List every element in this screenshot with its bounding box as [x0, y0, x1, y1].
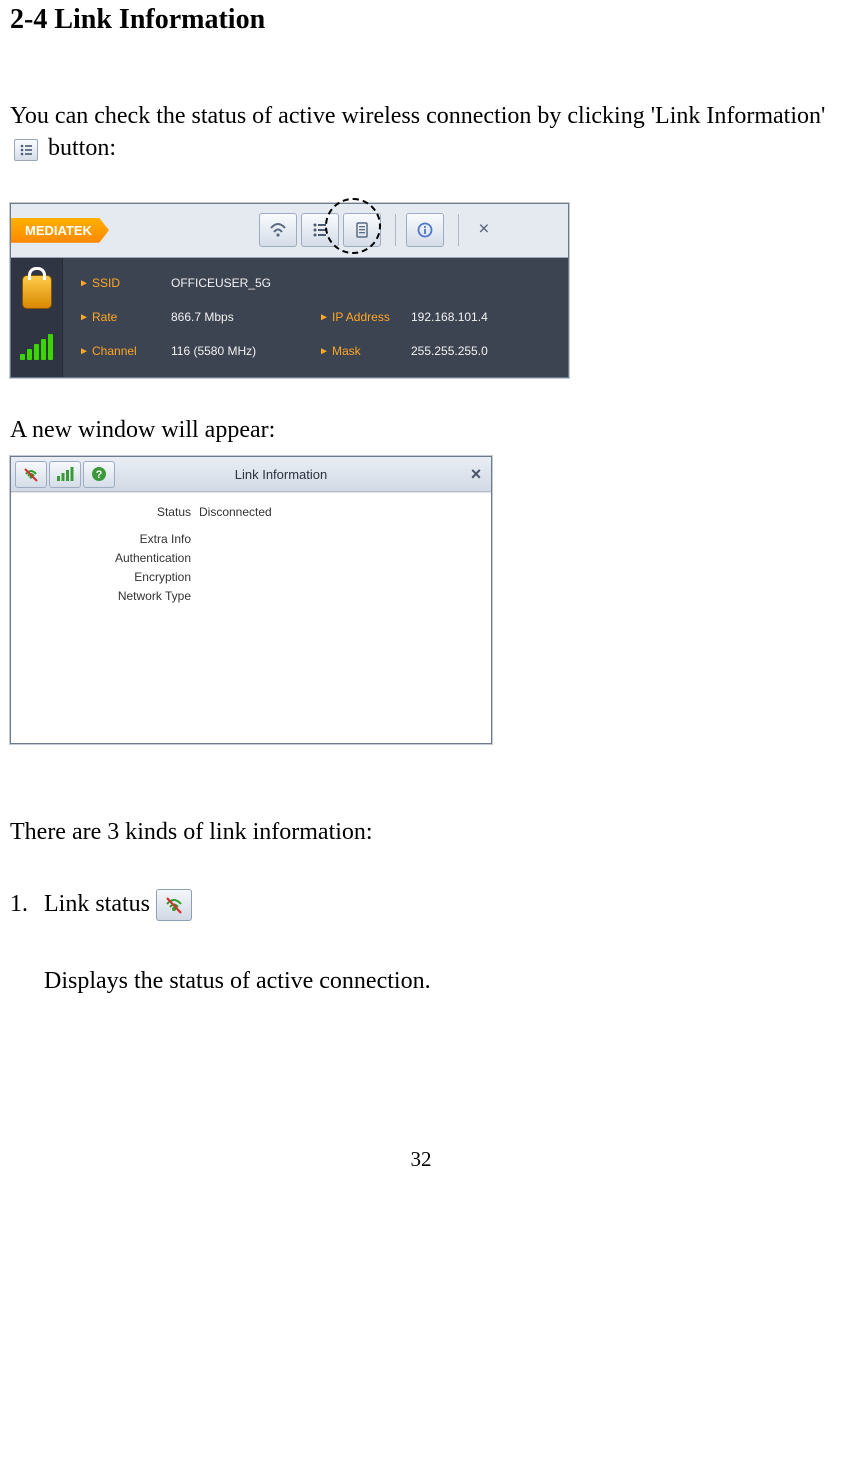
mediatek-status-screenshot: MEDIATEK [10, 203, 569, 378]
extra-info-label: Extra Info [21, 532, 199, 546]
status-field-label: Status [21, 505, 199, 519]
link-status-icon [163, 894, 185, 916]
intro-paragraph: You can check the status of active wirel… [10, 100, 832, 165]
popup-tab-buttons: ? [11, 461, 131, 488]
channel-value: 116 (5580 MHz) [171, 344, 321, 358]
rate-label: Rate [81, 310, 171, 324]
link-info-popup-screenshot: ? Link Information × Status Disconnected… [10, 456, 492, 744]
intro-text-part2: button: [48, 135, 116, 161]
info-icon [417, 222, 433, 238]
help-icon: ? [90, 465, 108, 483]
item1-description: Displays the status of active connection… [10, 965, 832, 997]
ssid-value: OFFICEUSER_5G [171, 276, 531, 290]
authentication-label: Authentication [21, 551, 199, 565]
link-info-button-inline [14, 139, 38, 161]
popup-title: Link Information [131, 467, 461, 482]
link-status-tab-icon [156, 889, 192, 921]
extra-info-row: Extra Info [21, 532, 481, 546]
tab-link-status[interactable] [15, 461, 47, 488]
ip-label: IP Address [321, 310, 411, 324]
toolbar-btn-profile[interactable] [343, 213, 381, 247]
toolbar-separator [458, 214, 459, 246]
encryption-row: Encryption [21, 570, 481, 584]
channel-label: Channel [81, 344, 171, 358]
popup-body: Status Disconnected Extra Info Authentic… [11, 492, 491, 743]
network-type-label: Network Type [21, 589, 199, 603]
intro-text-part1: You can check the status of active wirel… [10, 103, 825, 129]
document-icon [354, 222, 370, 238]
mask-label: Mask [321, 344, 411, 358]
tab-statistics[interactable]: ? [83, 461, 115, 488]
list-icon [19, 143, 33, 157]
network-type-row: Network Type [21, 589, 481, 603]
ssid-label: SSID [81, 276, 171, 290]
status-field-value: Disconnected [199, 505, 481, 519]
toolbar-btn-networks[interactable] [259, 213, 297, 247]
popup-titlebar: ? Link Information × [11, 457, 491, 492]
status-left-icons [11, 258, 63, 377]
mediatek-toolbar-area: MEDIATEK [11, 204, 568, 257]
mediatek-logo: MEDIATEK [11, 218, 109, 243]
mask-value: 255.255.255.0 [411, 344, 531, 358]
encryption-label: Encryption [21, 570, 199, 584]
toolbar-buttons: × [259, 213, 499, 247]
close-icon[interactable]: × [469, 218, 499, 241]
signal-strength-icon [20, 334, 53, 360]
page-number: 32 [10, 1147, 832, 1172]
network-type-value [199, 589, 481, 603]
item1-text: Link status [44, 891, 150, 918]
tab-throughput[interactable] [49, 461, 81, 488]
item1-number: 1. [10, 891, 44, 918]
popup-close-button[interactable]: × [461, 464, 491, 485]
encryption-value [199, 570, 481, 584]
wifi-icon [269, 222, 287, 238]
ip-value: 192.168.101.4 [411, 310, 531, 324]
toolbar-separator [395, 214, 396, 246]
link-status-icon [22, 465, 40, 483]
extra-info-value [199, 532, 481, 546]
svg-text:?: ? [96, 469, 103, 481]
rate-value: 866.7 Mbps [171, 310, 321, 324]
signal-bars-icon [56, 466, 74, 482]
lock-icon [22, 275, 52, 309]
authentication-row: Authentication [21, 551, 481, 565]
status-row: Status Disconnected [21, 505, 481, 519]
list-item-1: 1. Link status [10, 889, 832, 921]
status-grid: SSID OFFICEUSER_5G Rate 866.7 Mbps IP Ad… [63, 266, 568, 368]
authentication-value [199, 551, 481, 565]
section-heading: 2-4 Link Information [10, 4, 832, 36]
toolbar-btn-link-info[interactable] [301, 213, 339, 247]
list-icon [312, 222, 328, 238]
status-panel-body: SSID OFFICEUSER_5G Rate 866.7 Mbps IP Ad… [11, 257, 568, 377]
after-text: There are 3 kinds of link information: [10, 816, 832, 848]
toolbar-btn-about[interactable] [406, 213, 444, 247]
mid-text: A new window will appear: [10, 414, 832, 446]
